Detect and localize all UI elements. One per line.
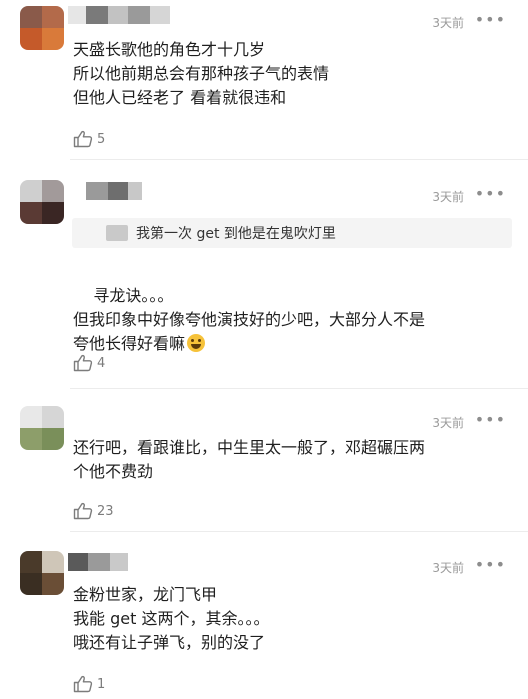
comment-item: 3天前 ••• 还行吧，看跟谁比，中生里太一般了，邓超碾压两 个他不费劲 23	[0, 398, 528, 532]
thumbs-up-icon	[73, 130, 93, 148]
thumbs-up-icon	[73, 354, 93, 372]
more-dots-icon[interactable]: •••	[475, 10, 506, 29]
avatar[interactable]	[20, 406, 64, 450]
like-count: 5	[97, 131, 106, 147]
like-count: 4	[97, 355, 106, 371]
divider	[70, 159, 528, 160]
username[interactable]	[68, 553, 128, 571]
like-button[interactable]: 4	[73, 354, 105, 372]
quoted-reply[interactable]: 我第一次 get 到他是在鬼吹灯里	[72, 218, 512, 248]
timestamp: 3天前	[432, 561, 464, 575]
more-dots-icon[interactable]: •••	[475, 410, 506, 429]
comment-item: 3天前 ••• 我第一次 get 到他是在鬼吹灯里 寻龙诀。。。 但我印象中好像…	[0, 172, 528, 390]
like-count: 23	[97, 503, 114, 519]
avatar[interactable]	[20, 551, 64, 595]
comment-item: 3天前 ••• 金粉世家，龙门飞甲 我能 get 这两个，其余。。。 哦还有让子…	[0, 545, 528, 699]
more-dots-icon[interactable]: •••	[475, 184, 506, 203]
like-button[interactable]: 23	[73, 502, 114, 520]
quoted-text: 我第一次 get 到他是在鬼吹灯里	[136, 226, 336, 242]
username[interactable]	[86, 182, 142, 200]
thumbs-up-icon	[73, 675, 93, 693]
thumbs-up-icon	[73, 502, 93, 520]
comment-text: 还行吧，看跟谁比，中生里太一般了，邓超碾压两 个他不费劲	[73, 438, 426, 481]
avatar[interactable]	[20, 6, 64, 50]
like-button[interactable]: 5	[73, 130, 105, 148]
more-dots-icon[interactable]: •••	[475, 555, 506, 574]
avatar[interactable]	[20, 180, 64, 224]
comment-item: 3天前 ••• 天盛长歌他的角色才十几岁 所以他前期总会有那种孩子气的表情 但他…	[0, 0, 528, 160]
like-count: 1	[97, 676, 106, 692]
divider	[70, 531, 528, 532]
comment-text: 金粉世家，龙门飞甲 我能 get 这两个，其余。。。 哦还有让子弹飞，别的没了	[73, 585, 270, 652]
timestamp: 3天前	[432, 190, 464, 204]
laughing-tears-emoji	[187, 334, 206, 352]
quoted-username	[106, 225, 128, 241]
like-button[interactable]: 1	[73, 675, 105, 693]
timestamp: 3天前	[432, 16, 464, 30]
timestamp: 3天前	[432, 416, 464, 430]
username[interactable]	[68, 6, 170, 24]
divider	[70, 388, 528, 389]
comment-text: 寻龙诀。。。 但我印象中好像夸他演技好的少吧，大部分人不是 夸他长得好看嘛	[73, 286, 426, 353]
comment-text: 天盛长歌他的角色才十几岁 所以他前期总会有那种孩子气的表情 但他人已经老了 看着…	[73, 40, 330, 107]
